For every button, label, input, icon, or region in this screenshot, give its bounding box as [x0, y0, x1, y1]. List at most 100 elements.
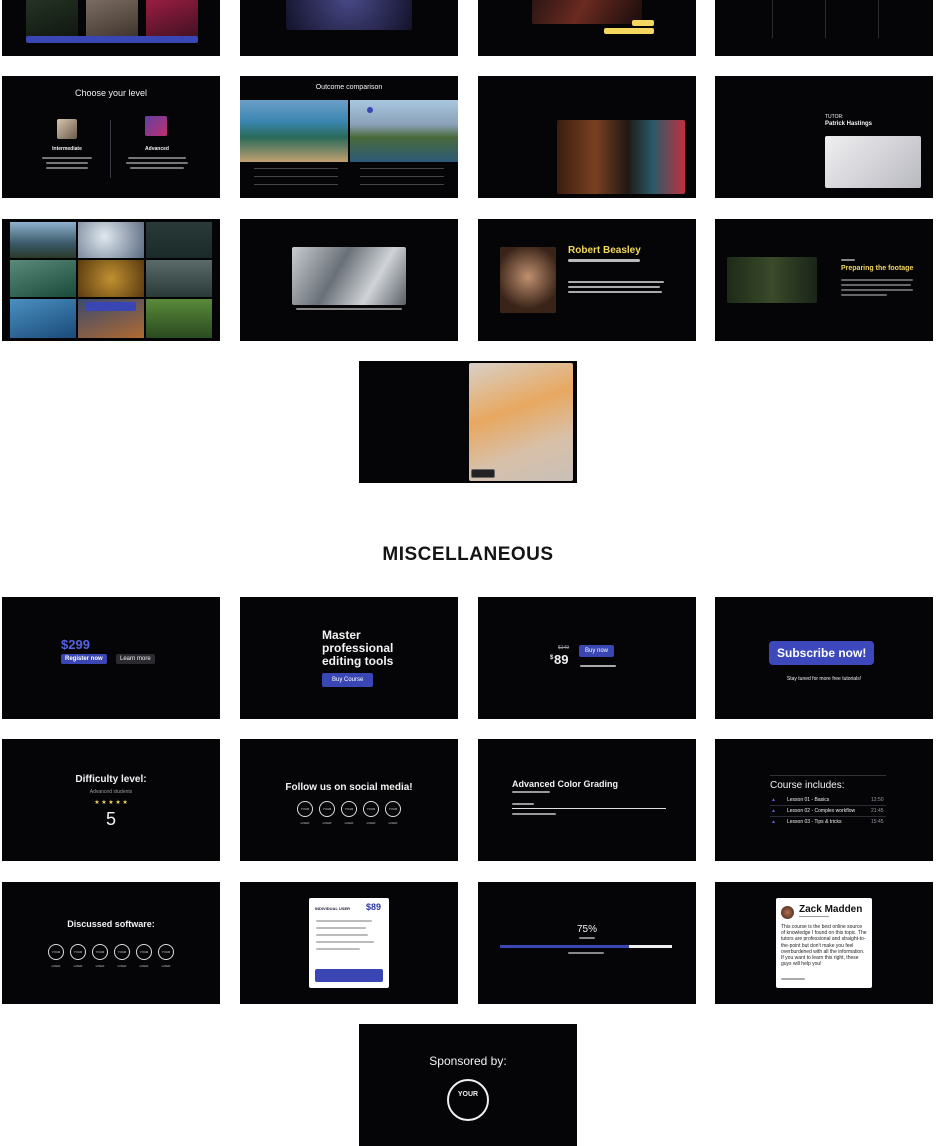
progress-caption	[579, 937, 595, 939]
lesson-time: 21:45	[871, 808, 884, 814]
color-grading-rule	[512, 808, 666, 809]
thumb-concert[interactable]	[240, 0, 458, 56]
social-logo[interactable]: YOUR LOGO	[297, 801, 313, 825]
column-divider	[878, 0, 879, 38]
lesson-time: 12:50	[871, 797, 884, 803]
thumb-drawing-hand[interactable]	[359, 361, 577, 483]
footage-text-line	[841, 284, 911, 286]
speaker-role	[568, 259, 640, 262]
level-divider	[110, 120, 111, 178]
level-desc-intermediate	[46, 162, 88, 164]
thumb-review[interactable]: Zack Madden This course is the best onli…	[715, 882, 933, 1004]
thumb-discount[interactable]: $149 $ 89 Buy now	[478, 597, 696, 719]
price-currency: $	[550, 655, 554, 661]
learn-more-button[interactable]: Learn more	[116, 654, 155, 664]
speaker-photo	[500, 247, 556, 313]
plan-feature	[316, 934, 368, 936]
grid-photo	[10, 260, 76, 297]
thumb-software[interactable]: Discussed software: YOUR LOGO YOUR LOGO YO…	[2, 882, 220, 1004]
speaker-name: Robert Beasley	[568, 245, 641, 256]
thumb-photo-grid[interactable]	[2, 219, 220, 341]
plan-feature	[316, 948, 360, 950]
level-label-intermediate: Intermediate	[52, 146, 82, 152]
thumb-sponsored[interactable]: Sponsored by: YOUR	[359, 1024, 577, 1146]
footage-title: Preparing the footage	[841, 265, 914, 272]
slide-title: Choose your level	[74, 88, 148, 98]
section-title: MISCELLANEOUS	[382, 544, 554, 565]
new-price: 89	[554, 652, 569, 667]
performer-photo	[532, 0, 642, 24]
lesson-time: 15:45	[871, 819, 884, 825]
subscribe-button[interactable]: Subscribe now!	[769, 641, 875, 665]
lesson-divider	[770, 816, 886, 817]
caption-bar	[26, 36, 198, 43]
lesson-label: Lesson 01 - Basics	[787, 797, 830, 803]
register-button[interactable]: Register now	[61, 654, 107, 664]
slide-title: Outcome comparison	[315, 84, 383, 91]
thumb-painter[interactable]	[478, 76, 696, 198]
grid-overlay-button[interactable]	[86, 302, 136, 311]
social-logo[interactable]: YOUR LOGO	[341, 801, 357, 825]
thumb-difficulty[interactable]: Difficulty level: Advanced students ★ ★ …	[2, 739, 220, 861]
social-logo[interactable]: YOUR LOGO	[319, 801, 335, 825]
thumb-price[interactable]: $299 Register now Learn more	[2, 597, 220, 719]
footage-photo	[727, 257, 817, 303]
thumb-progress[interactable]: 75%	[478, 882, 696, 1004]
thumb-mechanic[interactable]	[240, 219, 458, 341]
plan-feature	[316, 941, 374, 943]
color-grading-caption	[512, 803, 534, 805]
software-logo: YOUR LOGO	[70, 944, 86, 968]
footage-kicker	[841, 259, 855, 261]
social-logo[interactable]: YOUR LOGO	[363, 801, 379, 825]
subscribe-note: Stay tuned for more free tutorials!	[786, 676, 862, 682]
grid-photo	[10, 222, 76, 258]
software-logo: YOUR LOGO	[114, 944, 130, 968]
master-line2: professional	[322, 641, 394, 655]
thumb-preparing-footage[interactable]: Preparing the footage	[715, 219, 933, 341]
speaker-bio-line	[568, 286, 660, 288]
social-logo[interactable]: YOUR LOGO	[385, 801, 401, 825]
thumb-social[interactable]: Follow us on social media! YOUR LOGOYOUR…	[240, 739, 458, 861]
thumb-subscribe[interactable]: Subscribe now! Stay tuned for more free …	[715, 597, 933, 719]
caption-line	[296, 308, 402, 310]
level-icon-advanced	[145, 116, 167, 136]
progress-value: 75%	[576, 924, 597, 935]
thumb-course-includes[interactable]: Course includes: ▲ Lesson 01 - Basics 12…	[715, 739, 933, 861]
review-text: This course is the best online source of…	[781, 924, 867, 968]
plan-buy-button[interactable]	[315, 969, 383, 982]
lesson-label: Lesson 02 - Complex workflow	[787, 808, 856, 814]
thumb-master-tools[interactable]: Master professional editing tools Buy Co…	[240, 597, 458, 719]
grid-photo	[146, 222, 212, 258]
avatar	[781, 906, 794, 919]
level-desc-intermediate	[46, 167, 88, 169]
compare-row-line	[254, 184, 338, 185]
software-logo: YOUR LOGO	[92, 944, 108, 968]
plan-feature	[316, 927, 366, 929]
footage-text-line	[841, 289, 913, 291]
speaker-bio-line	[568, 281, 664, 283]
level-desc-advanced	[126, 162, 188, 164]
thumb-presenters[interactable]	[2, 0, 220, 56]
thumb-four-columns[interactable]	[715, 0, 933, 56]
footage-text-line	[841, 279, 913, 281]
mechanic-photo	[292, 247, 406, 305]
thumb-pricing-card[interactable]: INDIVIDUAL USER $89	[240, 882, 458, 1004]
thumb-performer[interactable]	[478, 0, 696, 56]
thumb-choose-level[interactable]: Choose your level Intermediate Advanced	[2, 76, 220, 198]
progress-note	[568, 952, 604, 954]
color-grading-caption	[512, 813, 556, 815]
old-price: $149	[558, 645, 570, 651]
software-logo-row: YOUR LOGO YOUR LOGO YOUR LOGO YOUR LOGO YOUR…	[2, 944, 220, 972]
thumb-robert-beasley[interactable]: Robert Beasley	[478, 219, 696, 341]
buy-course-button[interactable]: Buy Course	[322, 673, 374, 687]
software-title: Discussed software:	[67, 919, 155, 929]
difficulty-subtitle: Advanced students	[89, 789, 133, 795]
thumb-color-grading[interactable]: Advanced Color Grading	[478, 739, 696, 861]
tutor-label: TUTOR:	[825, 114, 844, 120]
level-desc-advanced	[128, 157, 186, 159]
thumb-tutor[interactable]: TUTOR: Patrick Hastings	[715, 76, 933, 198]
thumb-outcome-comparison[interactable]: Outcome comparison	[240, 76, 458, 198]
photo-badge	[471, 469, 495, 478]
buy-now-button[interactable]: Buy now	[579, 645, 615, 657]
software-logo: YOUR LOGO	[158, 944, 174, 968]
